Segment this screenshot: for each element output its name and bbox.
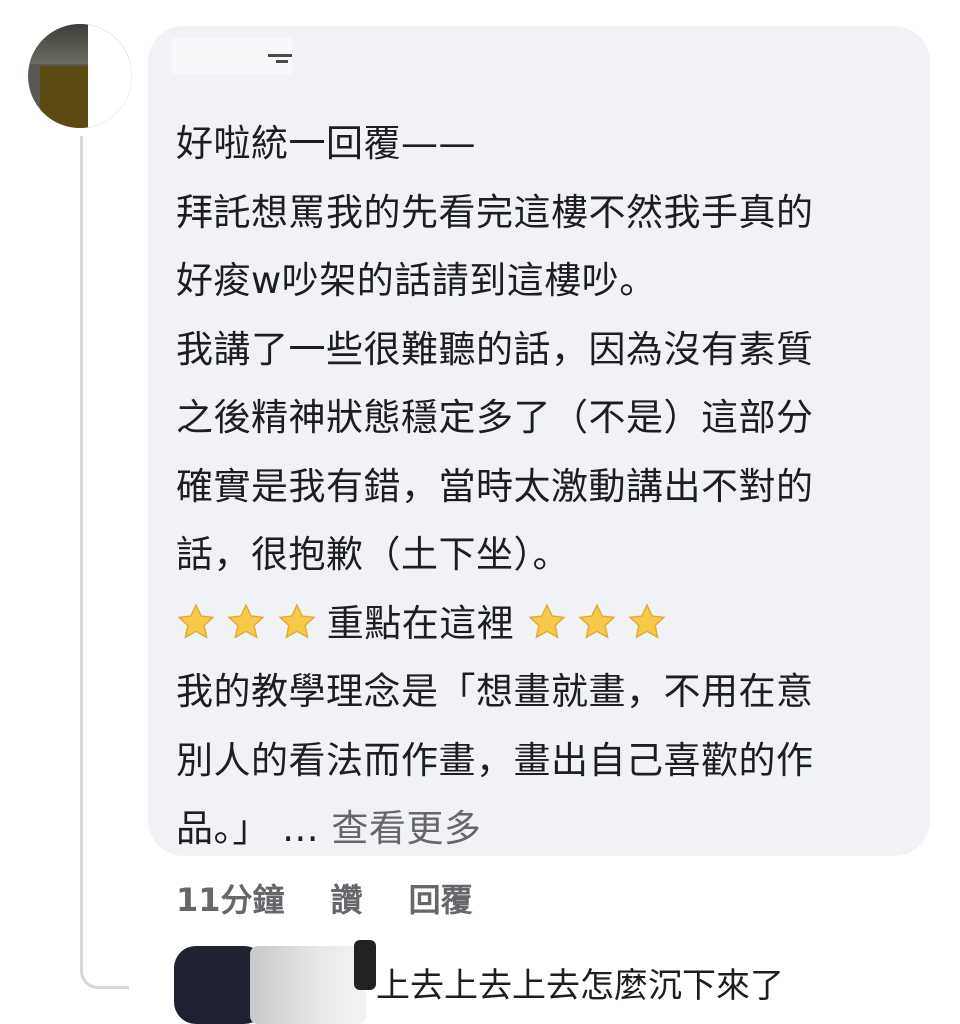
star-icon [578,602,616,639]
comment-last-line: 品。」 ... 查看更多 [176,795,916,864]
reply-author-redacted[interactable] [250,940,376,1024]
like-button[interactable]: 讚 [331,875,363,921]
comment-line: 品。」 [176,807,270,850]
star-icon [278,602,316,639]
comment-line: 別人的看法而作畫，畫出自己喜歡的作 [176,738,814,782]
comment-line: 話，很抱歉（土下坐）。 [176,533,570,576]
commenter-name-fragment [258,52,292,68]
comment-timestamp[interactable]: 11分鐘 [176,875,285,921]
comment-body: 好啦統一回覆—— 拜託想罵我的先看完這樓不然我手真的 好痠w吵架的話請到這樓吵。… [176,110,916,864]
comment-line: 我的教學理念是「想畫就畫，不用在意 [176,670,814,713]
see-more-link[interactable]: 查看更多 [331,807,481,850]
thread-connector [80,136,129,989]
star-icon [628,602,666,639]
comment-line: 拜託想罵我的先看完這樓不然我手真的 [176,190,814,234]
comment-line: 好啦統一回覆—— [176,122,476,165]
comment-line: 確實是我有錯，當時太激動講出不對的 [176,464,814,508]
star-icon [177,602,215,639]
reply-preview-text[interactable]: 上去上去上去怎麼沉下來了 [376,958,784,1007]
star-icon [528,602,566,639]
commenter-avatar[interactable] [28,24,132,128]
comment-line: 之後精神狀態穩定多了（不是）這部分 [176,396,814,439]
ellipsis: ... [282,807,320,850]
reply-button[interactable]: 回覆 [409,875,473,921]
comment-actions: 11分鐘 讚 回覆 [176,870,473,926]
comment-thread: 好啦統一回覆—— 拜託想罵我的先看完這樓不然我手真的 好痠w吵架的話請到這樓吵。… [0,0,960,1024]
highlight-line: 重點在這裡 [176,590,916,659]
highlight-text: 重點在這裡 [326,601,515,645]
star-icon [227,602,265,639]
comment-line: 好痠w吵架的話請到這樓吵。 [176,259,657,302]
comment-line: 我講了一些很難聽的話，因為沒有素質 [176,327,814,371]
